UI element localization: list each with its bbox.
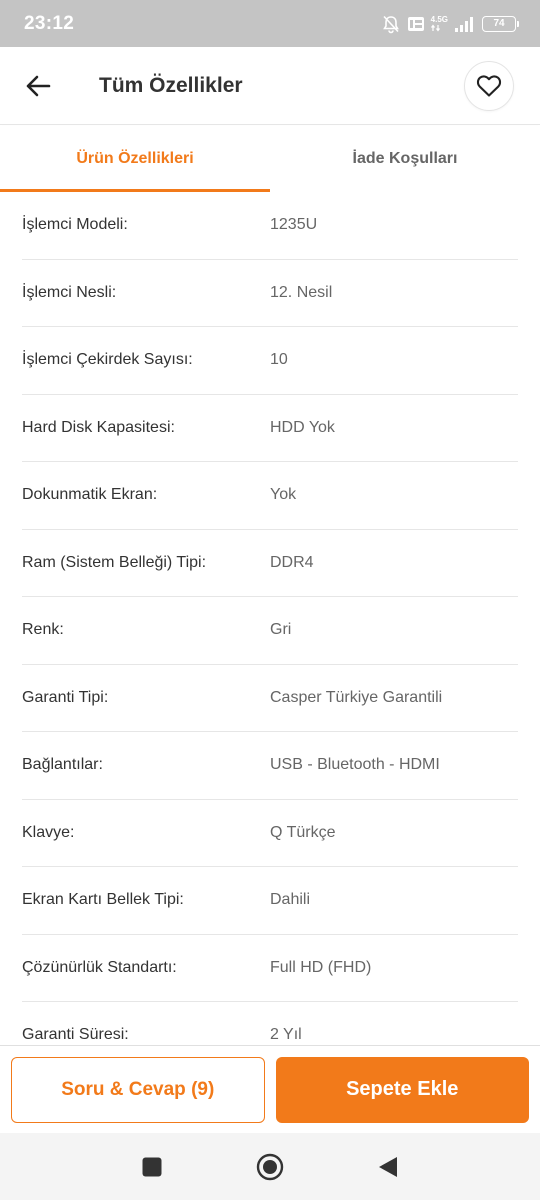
spec-key: Dokunmatik Ekran:: [22, 486, 158, 504]
spec-row: Garanti Süresi: 2 Yıl: [22, 1002, 518, 1045]
tab-bar: Ürün Özellikleri İade Koşulları: [0, 126, 540, 192]
spec-value: Yok: [270, 486, 297, 504]
favorite-button[interactable]: [464, 61, 514, 111]
spec-key: Klavye:: [22, 823, 75, 841]
spec-row: Bağlantılar: USB - Bluetooth - HDMI: [22, 732, 518, 800]
tab-product-features[interactable]: Ürün Özellikleri: [0, 126, 270, 192]
spec-value: Gri: [270, 621, 292, 639]
spec-row: Garanti Tipi: Casper Türkiye Garantili: [22, 665, 518, 732]
spec-key: Garanti Süresi:: [22, 1026, 129, 1044]
back-button[interactable]: [0, 47, 76, 125]
spec-row: İşlemci Çekirdek Sayısı: 10: [22, 327, 518, 395]
bottom-action-bar: Soru & Cevap (9) Sepete Ekle: [0, 1045, 540, 1133]
signal-icon: [455, 16, 473, 32]
battery-icon: 74: [482, 15, 519, 32]
spec-value: DDR4: [270, 553, 314, 571]
spec-value: 12. Nesil: [270, 283, 333, 301]
spec-row: Ram (Sistem Belleği) Tipi: DDR4: [22, 530, 518, 597]
spec-key: Renk:: [22, 621, 64, 639]
arrow-left-icon: [26, 75, 51, 96]
circle-icon: [256, 1153, 284, 1180]
spec-row: Çözünürlük Standartı: Full HD (FHD): [22, 935, 518, 1002]
spec-list[interactable]: İşlemci Modeli: 1235U İşlemci Nesli: 12.…: [0, 192, 540, 1045]
nav-home-button[interactable]: [211, 1133, 329, 1200]
spec-key: İşlemci Nesli:: [22, 283, 117, 301]
add-to-cart-button[interactable]: Sepete Ekle: [275, 1056, 529, 1123]
spec-value: 1235U: [270, 216, 318, 234]
triangle-back-icon: [379, 1156, 397, 1177]
square-icon: [142, 1157, 162, 1176]
spec-key: Çözünürlük Standartı:: [22, 958, 177, 976]
nav-recents-button[interactable]: [93, 1133, 211, 1200]
spec-row: Renk: Gri: [22, 597, 518, 665]
spec-key: Ekran Kartı Bellek Tipi:: [22, 891, 184, 909]
data-arrows-icon: [430, 24, 440, 31]
spec-key: Ram (Sistem Belleği) Tipi:: [22, 553, 207, 571]
spec-row: Hard Disk Kapasitesi: HDD Yok: [22, 395, 518, 462]
status-time: 23:12: [24, 12, 75, 34]
mute-bell-icon: [382, 15, 399, 33]
spec-value: Casper Türkiye Garantili: [270, 688, 443, 706]
qa-button[interactable]: Soru & Cevap (9): [11, 1056, 265, 1123]
spec-value: 2 Yıl: [270, 1026, 302, 1044]
spec-value: USB - Bluetooth - HDMI: [270, 756, 440, 774]
tab-return-conditions[interactable]: İade Koşulları: [270, 126, 540, 192]
network-indicator: 4.5G: [430, 14, 448, 32]
spec-key: Bağlantılar:: [22, 756, 103, 774]
spec-value: HDD Yok: [270, 418, 335, 436]
spec-value: Full HD (FHD): [270, 958, 372, 976]
spec-row: İşlemci Nesli: 12. Nesil: [22, 260, 518, 327]
spec-row: Ekran Kartı Bellek Tipi: Dahili: [22, 867, 518, 935]
nav-back-button[interactable]: [329, 1133, 447, 1200]
spec-key: Hard Disk Kapasitesi:: [22, 418, 175, 436]
spec-value: Q Türkçe: [270, 823, 336, 841]
spec-key: Garanti Tipi:: [22, 688, 109, 706]
volte-icon: [407, 16, 424, 31]
system-nav-bar: [0, 1133, 540, 1200]
page-title: Tüm Özellikler: [99, 73, 243, 97]
spec-key: İşlemci Çekirdek Sayısı:: [22, 351, 193, 369]
app-header: Tüm Özellikler: [0, 47, 540, 125]
status-icons: 4.5G 74: [381, 14, 519, 34]
status-bar: 23:12 4.5G 74: [0, 0, 540, 47]
spec-row: Dokunmatik Ekran: Yok: [22, 462, 518, 530]
spec-row: İşlemci Modeli: 1235U: [22, 192, 518, 260]
network-type: 4.5G: [430, 14, 448, 24]
spec-value: 10: [270, 351, 288, 369]
spec-value: Dahili: [270, 891, 311, 909]
heart-icon: [476, 75, 502, 97]
battery-level: 74: [493, 18, 505, 29]
spec-key: İşlemci Modeli:: [22, 216, 128, 234]
spec-row: Klavye: Q Türkçe: [22, 800, 518, 867]
